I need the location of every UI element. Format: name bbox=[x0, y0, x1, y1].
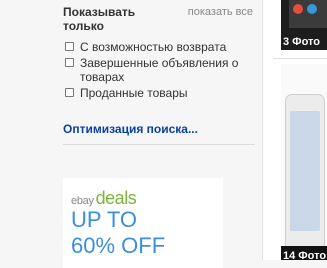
filter-option-completed[interactable]: Завершенные объявления о товарах bbox=[63, 56, 253, 84]
filter-option-sold[interactable]: Проданные товары bbox=[63, 86, 253, 100]
filter-sidebar: Показывать только показать все С возможн… bbox=[0, 0, 262, 268]
checkbox[interactable] bbox=[65, 42, 74, 51]
phone-screen-image bbox=[290, 111, 320, 231]
ad-headline-line1: UP TO bbox=[71, 207, 138, 232]
ad-brand-suffix: deals bbox=[95, 188, 137, 208]
filter-options: С возможностью возврата Завершенные объя… bbox=[63, 40, 253, 102]
ebay-deals-logo: ebay deals bbox=[71, 188, 137, 209]
filter-option-label: Проданные товары bbox=[80, 86, 188, 100]
show-all-link[interactable]: показать все bbox=[188, 5, 253, 19]
filter-option-returns[interactable]: С возможностью возврата bbox=[63, 40, 253, 54]
filter-header: Показывать только показать все bbox=[63, 5, 253, 33]
checkbox[interactable] bbox=[65, 58, 74, 67]
optimize-search-link[interactable]: Оптимизация поиска... bbox=[63, 122, 198, 136]
ad-headline-line2: 60% OFF bbox=[71, 233, 166, 258]
divider bbox=[63, 144, 255, 145]
divider bbox=[273, 58, 327, 59]
phone-image bbox=[285, 94, 325, 254]
results-column: 3 Фото 14 Фото bbox=[262, 0, 327, 262]
filter-title: Показывать только bbox=[63, 5, 136, 33]
app-icon bbox=[307, 4, 317, 14]
checkbox[interactable] bbox=[65, 88, 74, 97]
photo-count-badge: 3 Фото bbox=[283, 36, 320, 48]
filter-option-label: Завершенные объявления о товарах bbox=[80, 56, 239, 84]
photo-count-badge: 14 Фото bbox=[283, 250, 327, 262]
app-icon bbox=[293, 4, 303, 14]
result-thumbnail-2[interactable] bbox=[281, 64, 327, 260]
ad-brand: ebay bbox=[71, 195, 94, 207]
ebay-deals-ad[interactable]: ebay deals UP TO 60% OFF bbox=[63, 178, 223, 268]
filter-option-label: С возможностью возврата bbox=[80, 40, 227, 54]
